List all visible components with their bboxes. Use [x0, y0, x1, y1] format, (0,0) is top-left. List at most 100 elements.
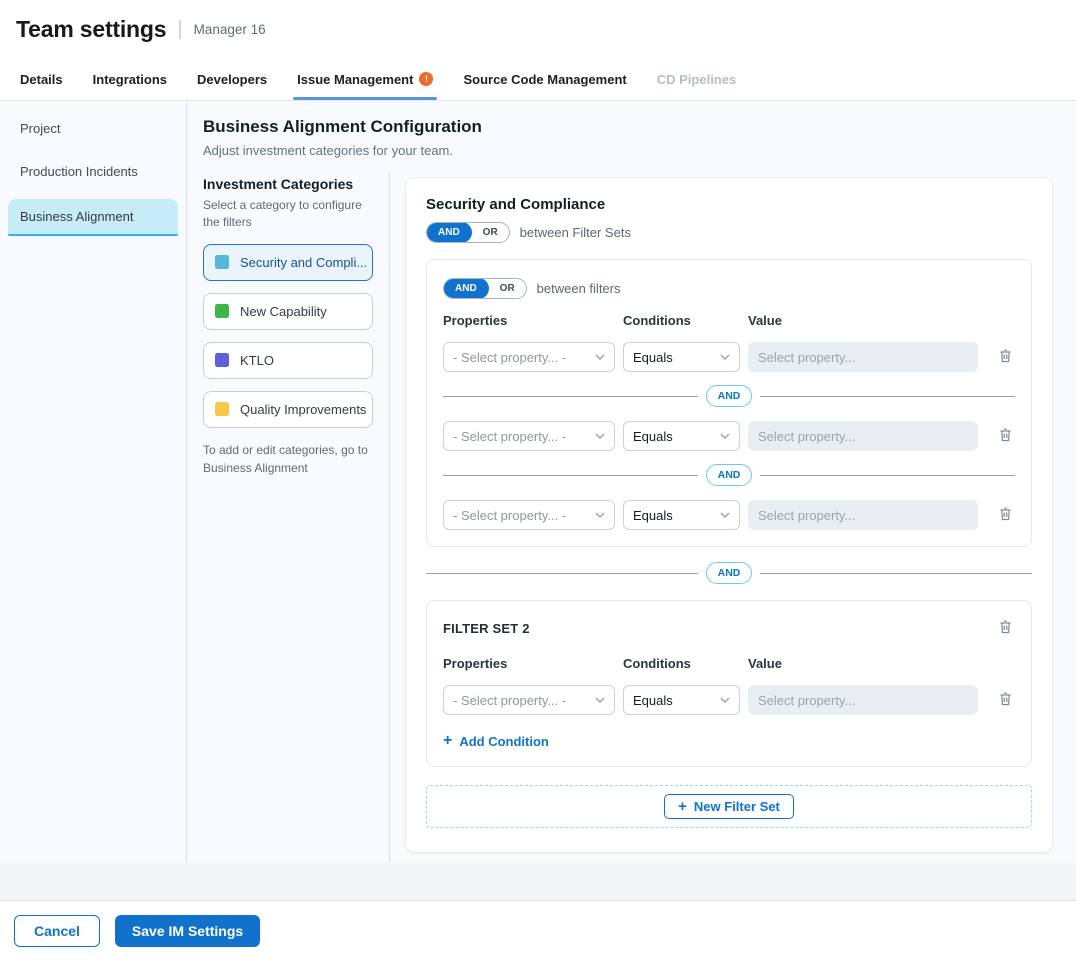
condition-select[interactable]: Equals	[623, 342, 740, 372]
filter-row: - Select property... - Equals	[443, 685, 1015, 715]
categories-footnote: To add or edit categories, go to Busines…	[203, 441, 373, 477]
between-filter-sets-label: between Filter Sets	[520, 225, 631, 240]
footer-spacer-band	[0, 863, 1076, 901]
condition-select-value: Equals	[633, 350, 673, 365]
value-input[interactable]	[748, 342, 978, 372]
delete-filter-button[interactable]	[996, 504, 1015, 527]
column-header-conditions: Conditions	[623, 656, 748, 671]
property-select[interactable]: - Select property... -	[443, 342, 615, 372]
column-header-value: Value	[748, 656, 1015, 671]
filter-panel-column: Security and Compliance AND OR between F…	[390, 172, 1052, 852]
add-condition-button[interactable]: + Add Condition	[443, 733, 549, 749]
value-input[interactable]	[748, 500, 978, 530]
value-input[interactable]	[748, 685, 978, 715]
trash-icon	[998, 619, 1013, 638]
category-color-swatch	[215, 304, 229, 318]
category-new-capability[interactable]: New Capability	[203, 293, 373, 330]
save-im-settings-button[interactable]: Save IM Settings	[115, 915, 260, 947]
property-select-value: - Select property... -	[453, 429, 566, 444]
value-input[interactable]	[748, 421, 978, 451]
tab-issue-management-label: Issue Management	[297, 72, 413, 87]
delete-filter-button[interactable]	[996, 689, 1015, 712]
filter-sets-and-or-toggle[interactable]: AND OR	[426, 222, 510, 243]
title-divider: |	[177, 18, 182, 41]
settings-sidebar: Project Production Incidents Business Al…	[0, 101, 187, 863]
new-filter-set-label: New Filter Set	[694, 799, 780, 814]
app-title: Team settings	[16, 16, 166, 43]
and-connector-pill: AND	[706, 464, 753, 486]
property-select[interactable]: - Select property... -	[443, 500, 615, 530]
page-header: Team settings | Manager 16	[0, 0, 1076, 58]
category-color-swatch	[215, 255, 229, 269]
chevron-down-icon	[595, 433, 605, 439]
toggle-or-option[interactable]: OR	[489, 283, 526, 294]
column-header-properties: Properties	[443, 313, 623, 328]
category-ktlo[interactable]: KTLO	[203, 342, 373, 379]
tab-details[interactable]: Details	[20, 58, 63, 100]
and-connector-pill: AND	[706, 562, 753, 584]
new-filter-set-dropzone: + New Filter Set	[426, 785, 1032, 828]
sidebar-item-production-incidents[interactable]: Production Incidents	[0, 150, 186, 193]
new-filter-set-button[interactable]: + New Filter Set	[664, 794, 794, 819]
condition-select[interactable]: Equals	[623, 421, 740, 451]
trash-icon	[998, 427, 1013, 446]
filter-set-2: FILTER SET 2 Properties Conditions Value	[426, 600, 1032, 767]
sidebar-item-business-alignment[interactable]: Business Alignment	[8, 199, 178, 236]
tab-source-code-management[interactable]: Source Code Management	[463, 58, 626, 100]
condition-select-value: Equals	[633, 429, 673, 444]
category-label: Quality Improvements	[240, 402, 366, 417]
filter-row: - Select property... - Equals	[443, 421, 1015, 451]
tab-integrations[interactable]: Integrations	[93, 58, 167, 100]
category-label: Security and Compli...	[240, 255, 367, 270]
delete-filter-button[interactable]	[996, 425, 1015, 448]
cancel-button[interactable]: Cancel	[14, 915, 100, 947]
condition-select[interactable]: Equals	[623, 685, 740, 715]
column-header-conditions: Conditions	[623, 313, 748, 328]
page-title: Business Alignment Configuration	[203, 117, 1052, 137]
chevron-down-icon	[595, 512, 605, 518]
category-color-swatch	[215, 353, 229, 367]
and-connector: AND	[443, 464, 1015, 486]
investment-categories-title: Investment Categories	[203, 176, 373, 192]
sidebar-item-project[interactable]: Project	[0, 107, 186, 150]
chevron-down-icon	[720, 354, 730, 360]
filter-set-2-title: FILTER SET 2	[443, 617, 530, 636]
chevron-down-icon	[720, 433, 730, 439]
category-label: New Capability	[240, 304, 327, 319]
filter-panel: Security and Compliance AND OR between F…	[406, 178, 1052, 852]
delete-filter-set-button[interactable]	[996, 617, 1015, 640]
toggle-and-option[interactable]: AND	[443, 278, 489, 299]
page-subtitle: Adjust investment categories for your te…	[203, 143, 1052, 158]
category-quality-improvements[interactable]: Quality Improvements	[203, 391, 373, 428]
property-select[interactable]: - Select property... -	[443, 421, 615, 451]
property-select-value: - Select property... -	[453, 350, 566, 365]
tab-issue-management[interactable]: Issue Management !	[297, 58, 433, 100]
trash-icon	[998, 691, 1013, 710]
filters-and-or-toggle[interactable]: AND OR	[443, 278, 527, 299]
and-connector-between-sets: AND	[426, 562, 1032, 584]
selected-category-title: Security and Compliance	[426, 196, 1032, 213]
alert-badge-icon: !	[419, 72, 433, 86]
tab-developers[interactable]: Developers	[197, 58, 267, 100]
toggle-and-option[interactable]: AND	[426, 222, 472, 243]
settings-tabbar: Details Integrations Developers Issue Ma…	[0, 58, 1076, 101]
column-header-value: Value	[748, 313, 1015, 328]
trash-icon	[998, 506, 1013, 525]
category-security-and-compliance[interactable]: Security and Compli...	[203, 244, 373, 281]
filter-row: - Select property... - Equals	[443, 500, 1015, 530]
delete-filter-button[interactable]	[996, 346, 1015, 369]
chevron-down-icon	[595, 354, 605, 360]
category-color-swatch	[215, 402, 229, 416]
condition-select-value: Equals	[633, 508, 673, 523]
property-select-value: - Select property... -	[453, 693, 566, 708]
property-select[interactable]: - Select property... -	[443, 685, 615, 715]
and-connector: AND	[443, 385, 1015, 407]
team-name-label: Manager 16	[194, 22, 266, 37]
plus-icon: +	[443, 733, 452, 749]
toggle-or-option[interactable]: OR	[472, 227, 509, 238]
condition-select-value: Equals	[633, 693, 673, 708]
add-condition-label: Add Condition	[459, 734, 549, 749]
category-label: KTLO	[240, 353, 274, 368]
chevron-down-icon	[720, 512, 730, 518]
condition-select[interactable]: Equals	[623, 500, 740, 530]
